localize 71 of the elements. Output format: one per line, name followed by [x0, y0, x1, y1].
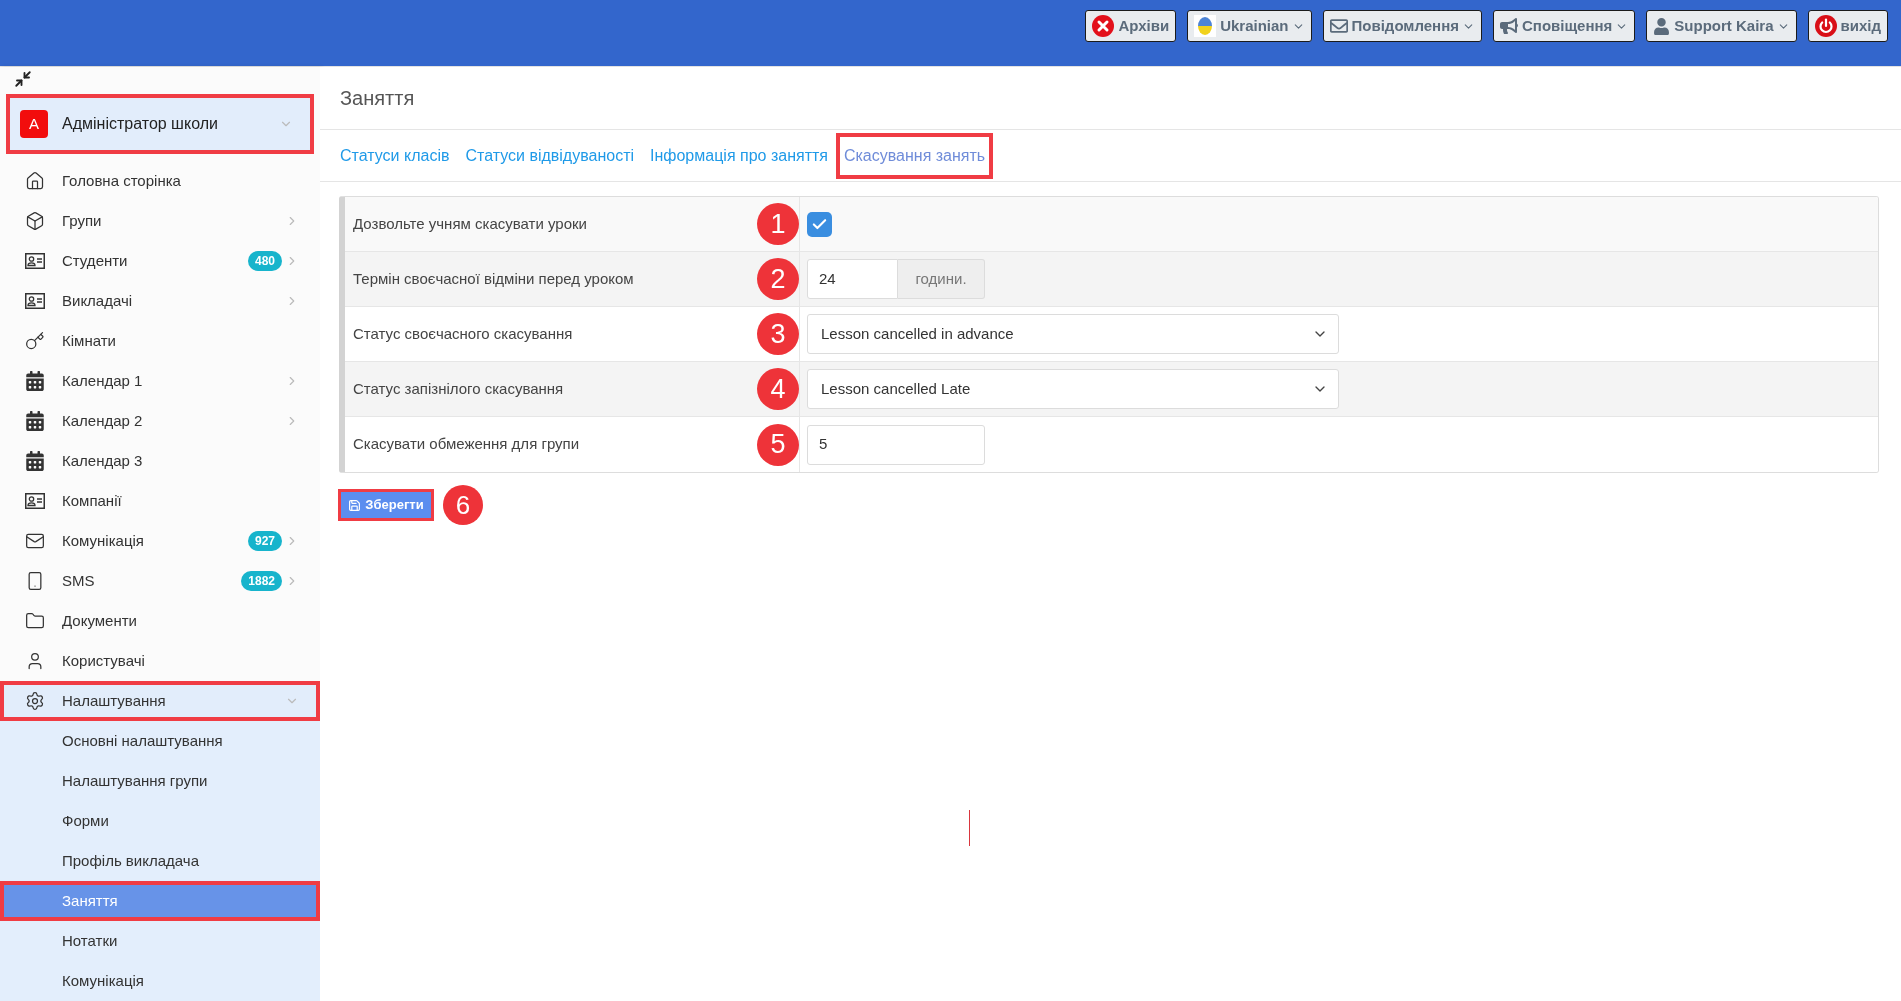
- setting-label: Скасувати обмеження для групи: [353, 434, 580, 455]
- sidebar-item[interactable]: Головна сторінка: [0, 161, 320, 201]
- id-card-icon: [25, 493, 45, 509]
- submenu-item[interactable]: Нотатки: [0, 921, 320, 961]
- setting-label: Термін своєчасної відміни перед уроком: [353, 268, 634, 289]
- submenu-item[interactable]: Комунікація: [0, 961, 320, 1001]
- box-icon: [25, 211, 45, 231]
- count-badge: 480: [247, 251, 282, 271]
- sidebar-item[interactable]: Комунікація 927: [0, 521, 320, 561]
- power-icon: [1814, 15, 1837, 37]
- account-menu[interactable]: A Адміністратор школи: [6, 94, 314, 154]
- status-select[interactable]: Lesson cancelled Late: [807, 369, 1339, 409]
- sidebar-item[interactable]: Налаштування: [0, 681, 320, 721]
- sidebar-item[interactable]: Календар 1: [0, 361, 320, 401]
- sidebar-item[interactable]: Календар 2: [0, 401, 320, 441]
- id-card-icon: [25, 253, 45, 269]
- sidebar-item[interactable]: Студенти 480: [0, 241, 320, 281]
- collapse-icon[interactable]: [14, 70, 32, 88]
- logout-button[interactable]: вихід: [1807, 10, 1888, 42]
- setting-label: Статус запізнілого скасування: [353, 378, 564, 399]
- number-marker: 5: [757, 423, 799, 466]
- sidebar-item[interactable]: Викладачі: [0, 281, 320, 321]
- status-select[interactable]: Lesson cancelled in advance: [807, 314, 1339, 354]
- sidebar-item[interactable]: Групи: [0, 201, 320, 241]
- key-icon: [25, 331, 45, 351]
- submenu-item[interactable]: Форми: [0, 801, 320, 841]
- language-button[interactable]: Ukrainian: [1187, 10, 1312, 42]
- sidebar-item[interactable]: Документи: [0, 601, 320, 641]
- close-circle-icon: [1092, 15, 1115, 37]
- avatar: A: [20, 110, 48, 138]
- sidebar-item[interactable]: SMS 1882: [0, 561, 320, 601]
- messages-button[interactable]: Повідомлення: [1322, 10, 1482, 42]
- folder-icon: [25, 611, 45, 631]
- number-field[interactable]: 5: [807, 424, 985, 465]
- settings-icon: [25, 691, 45, 711]
- count-badge: 1882: [241, 571, 282, 591]
- submenu-item[interactable]: Основні налаштування: [0, 721, 320, 761]
- calendar-icon: [25, 371, 45, 391]
- envelope-icon: [1329, 17, 1348, 35]
- submenu-item[interactable]: Налаштування групи: [0, 761, 320, 801]
- id-card-icon: [25, 293, 45, 309]
- number-marker: 3: [757, 313, 799, 355]
- number-marker: 1: [757, 203, 799, 245]
- setting-label: Дозвольте учням скасувати уроки: [353, 213, 587, 234]
- unit-addon: години.: [898, 259, 985, 299]
- number-marker: 6: [443, 485, 483, 525]
- calendar-icon: [25, 411, 45, 431]
- envelope-icon: [25, 531, 45, 551]
- save-icon: [348, 498, 362, 512]
- calendar-icon: [25, 451, 45, 471]
- number-marker: 4: [757, 368, 799, 410]
- submenu-item[interactable]: Профіль викладача: [0, 841, 320, 881]
- count-badge: 927: [247, 531, 282, 551]
- archive-button[interactable]: Архіви: [1085, 10, 1177, 42]
- sidebar-item[interactable]: Кімнати: [0, 321, 320, 361]
- page-title: Заняття: [340, 86, 415, 111]
- sidebar-item[interactable]: Календар 3: [0, 441, 320, 481]
- number-marker: 2: [757, 258, 799, 300]
- vertical-line-mark: [969, 810, 970, 846]
- user-menu-button[interactable]: Support Kaira: [1646, 10, 1797, 42]
- megaphone-icon: [1500, 17, 1518, 35]
- notifications-button[interactable]: Сповіщення: [1493, 10, 1636, 42]
- sidebar-item[interactable]: Користувачі: [0, 641, 320, 681]
- account-name: Адміністратор школи: [62, 114, 218, 134]
- checkbox[interactable]: [807, 211, 832, 237]
- user-icon: [1653, 17, 1671, 35]
- flag-icon: [1194, 15, 1217, 37]
- setting-label: Статус своєчасного скасування: [353, 323, 573, 344]
- number-field[interactable]: 24: [807, 259, 898, 299]
- sidebar-item[interactable]: Компанії: [0, 481, 320, 521]
- house-icon: [25, 171, 45, 191]
